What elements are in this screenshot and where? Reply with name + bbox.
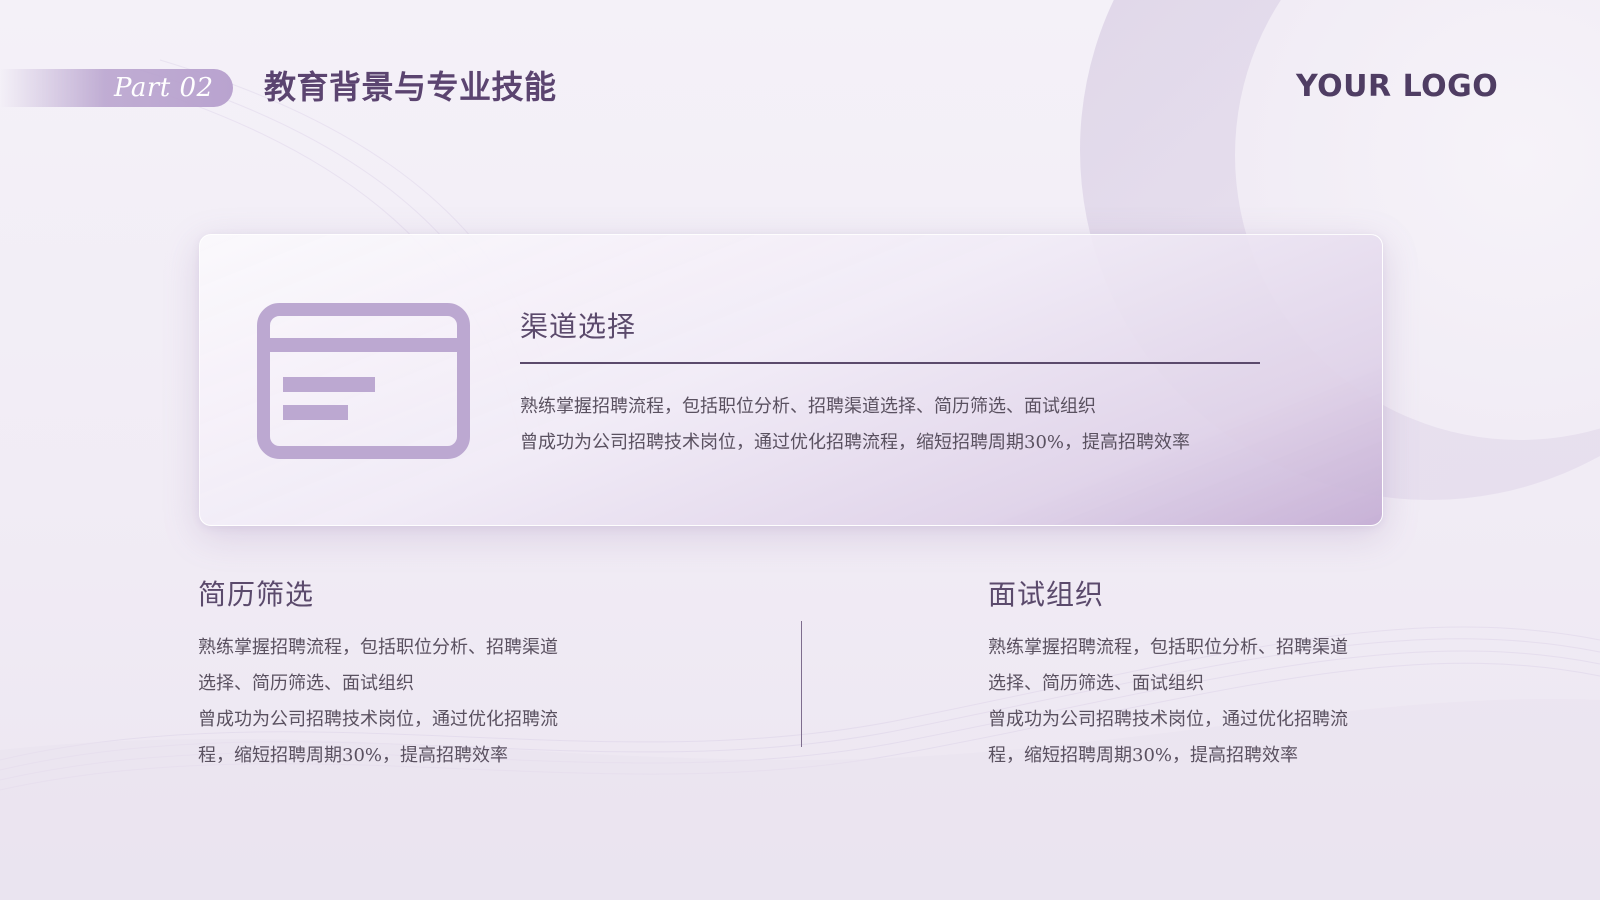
section-line: 熟练掌握招聘流程，包括职位分析、招聘渠道 <box>988 637 1348 658</box>
section-title: 简历筛选 <box>198 578 315 611</box>
card-line: 曾成功为公司招聘技术岗位，通过优化招聘流程，缩短招聘周期30%，提高招聘效率 <box>520 432 1191 453</box>
logo: YOUR LOGO <box>1296 69 1499 104</box>
page-title: 教育背景与专业技能 <box>264 68 557 106</box>
card-title: 渠道选择 <box>520 310 637 343</box>
section-resume-screening: 简历筛选 熟练掌握招聘流程，包括职位分析、招聘渠道 选择、简历筛选、面试组织 曾… <box>198 574 618 774</box>
card-description: 熟练掌握招聘流程，包括职位分析、招聘渠道选择、简历筛选、面试组织 曾成功为公司招… <box>520 389 1280 461</box>
section-line: 选择、简历筛选、面试组织 <box>198 673 414 694</box>
part-label: Part 02 <box>114 73 214 103</box>
section-line: 熟练掌握招聘流程，包括职位分析、招聘渠道 <box>198 637 558 658</box>
section-line: 程，缩短招聘周期30%，提高招聘效率 <box>198 745 509 766</box>
section-line: 曾成功为公司招聘技术岗位，通过优化招聘流 <box>198 709 558 730</box>
feature-card: 渠道选择 熟练掌握招聘流程，包括职位分析、招聘渠道选择、简历筛选、面试组织 曾成… <box>199 234 1383 526</box>
section-interview-organization: 面试组织 熟练掌握招聘流程，包括职位分析、招聘渠道 选择、简历筛选、面试组织 曾… <box>988 574 1408 774</box>
section-title: 面试组织 <box>988 578 1105 611</box>
section-line: 选择、简历筛选、面试组织 <box>988 673 1204 694</box>
section-line: 程，缩短招聘周期30%，提高招聘效率 <box>988 745 1299 766</box>
section-line: 曾成功为公司招聘技术岗位，通过优化招聘流 <box>988 709 1348 730</box>
card-divider <box>520 362 1260 364</box>
vertical-divider <box>801 621 802 747</box>
section-description: 熟练掌握招聘流程，包括职位分析、招聘渠道 选择、简历筛选、面试组织 曾成功为公司… <box>198 630 618 774</box>
window-panel-icon <box>257 303 470 459</box>
section-description: 熟练掌握招聘流程，包括职位分析、招聘渠道 选择、简历筛选、面试组织 曾成功为公司… <box>988 630 1408 774</box>
card-line: 熟练掌握招聘流程，包括职位分析、招聘渠道选择、简历筛选、面试组织 <box>520 396 1096 417</box>
